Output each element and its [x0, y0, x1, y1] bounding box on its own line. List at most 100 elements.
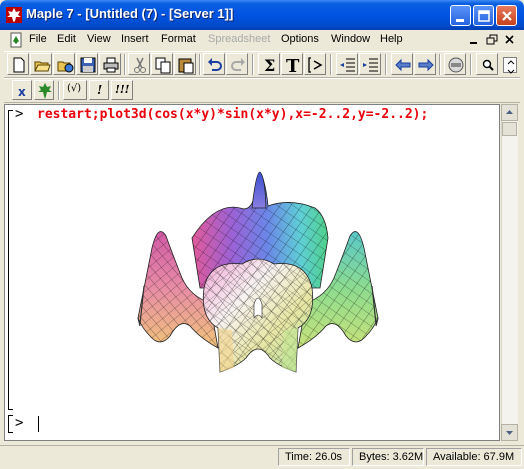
indent-button[interactable]: [359, 53, 381, 75]
toolbar-separator: [124, 54, 126, 75]
new-document-icon: [13, 57, 25, 73]
maple-input[interactable]: restart;plot3d(cos(x*y)*sin(x*y),x=-2..2…: [37, 106, 497, 124]
next-prompt: >: [15, 415, 24, 431]
outdent-icon: [340, 58, 355, 72]
menu-insert[interactable]: Insert: [121, 33, 149, 45]
paste-icon: [178, 58, 194, 74]
menu-view[interactable]: View: [87, 33, 111, 45]
redo-button[interactable]: [226, 53, 248, 75]
forward-arrow-icon: [418, 58, 434, 72]
menu-file[interactable]: File: [29, 33, 47, 45]
input-prompt: >: [15, 106, 24, 122]
menu-window[interactable]: Window: [331, 33, 370, 45]
open-url-button[interactable]: [53, 53, 75, 75]
open-icon: [34, 61, 51, 72]
check-label: (√): [67, 83, 82, 94]
forward-button[interactable]: [414, 53, 436, 75]
doc-minimize-button[interactable]: [466, 33, 482, 47]
toolbar-separator: [199, 54, 201, 75]
menu-format[interactable]: Format: [161, 33, 196, 45]
status-available: Available: 67.9M: [426, 448, 522, 466]
scroll-up-button[interactable]: [501, 104, 518, 121]
save-button[interactable]: [76, 53, 98, 75]
surface-plot: [137, 171, 379, 373]
copy-icon: [155, 57, 171, 74]
sigma-button[interactable]: Σ: [258, 53, 280, 75]
open-url-icon: [57, 61, 74, 73]
minimize-button[interactable]: [450, 5, 471, 26]
outdent-button[interactable]: [336, 53, 358, 75]
minimize-icon: [456, 19, 464, 22]
bang-label: !: [97, 83, 103, 97]
insert-prompt-button[interactable]: [304, 53, 326, 75]
menu-options[interactable]: Options: [281, 33, 319, 45]
new-document-button[interactable]: [7, 53, 29, 75]
maximize-button[interactable]: [473, 5, 494, 26]
zoom-icon: [482, 59, 494, 71]
sigma-glyph: Σ: [264, 56, 275, 75]
chevron-up-icon: [507, 60, 515, 74]
vertical-scrollbar[interactable]: [501, 104, 518, 441]
maple-input-button[interactable]: [34, 80, 54, 100]
restore-icon: [486, 34, 498, 45]
scroll-thumb[interactable]: [502, 122, 517, 136]
minimize-icon: [470, 42, 477, 44]
toolbar-scroll[interactable]: [503, 57, 517, 74]
toolbar-separator: [470, 54, 472, 75]
toolbar-separator: [439, 54, 441, 75]
toolbar-separator: [385, 54, 387, 75]
execute-all-button[interactable]: !!!: [111, 80, 133, 100]
plot3d-output[interactable]: [130, 168, 386, 374]
chevron-down-icon: [506, 431, 513, 435]
close-icon: [502, 11, 512, 21]
print-icon: [103, 57, 119, 73]
undo-icon: [208, 58, 222, 71]
doc-restore-button[interactable]: [484, 33, 500, 47]
undo-button[interactable]: [203, 53, 225, 75]
prompt-icon: [308, 57, 323, 73]
chevron-down-icon: [507, 69, 515, 74]
maple-leaf-icon: [38, 83, 52, 99]
x-icon: x: [18, 85, 26, 99]
exec-math-button[interactable]: x: [12, 80, 32, 100]
doc-close-button[interactable]: [502, 33, 518, 47]
text-icon: T: [286, 56, 300, 76]
toolbar-separator: [58, 81, 60, 100]
cut-button[interactable]: [128, 53, 150, 75]
status-time: Time: 26.0s: [278, 448, 350, 466]
maximize-icon: [478, 10, 490, 22]
sigma-icon: Σ: [264, 56, 275, 75]
toolbar-separator: [330, 54, 332, 75]
open-button[interactable]: [30, 53, 52, 75]
execute-button[interactable]: !: [89, 80, 109, 100]
toolbar-separator: [252, 54, 254, 75]
stop-icon: [448, 57, 464, 73]
menu-spreadsheet[interactable]: Spreadsheet: [208, 33, 270, 45]
window-title: Maple 7 - [Untitled (7) - [Server 1]]: [26, 6, 234, 21]
check-syntax-button[interactable]: (√): [63, 80, 87, 100]
text-cursor: [38, 416, 39, 432]
close-button[interactable]: [496, 5, 517, 26]
menu-help[interactable]: Help: [380, 33, 403, 45]
back-arrow-icon: [395, 58, 411, 72]
execution-group-bracket[interactable]: [8, 415, 13, 433]
indent-icon: [363, 58, 378, 72]
chevron-up-icon: [506, 110, 513, 114]
zoom-button[interactable]: [476, 53, 498, 75]
stop-button[interactable]: [444, 53, 466, 75]
document-icon[interactable]: [8, 32, 24, 48]
cut-icon: [134, 57, 146, 73]
status-bytes: Bytes: 3.62M: [352, 448, 424, 466]
back-button[interactable]: [391, 53, 413, 75]
paste-button[interactable]: [174, 53, 196, 75]
scroll-down-button[interactable]: [501, 424, 518, 441]
maple-leaf-icon[interactable]: [6, 7, 22, 23]
text-glyph: T: [286, 56, 300, 76]
text-button[interactable]: T: [281, 53, 303, 76]
copy-button[interactable]: [151, 53, 173, 75]
menu-edit[interactable]: Edit: [57, 33, 76, 45]
save-icon: [80, 57, 96, 73]
print-button[interactable]: [99, 53, 121, 75]
execution-group-bracket[interactable]: [8, 110, 13, 410]
x-label: x: [18, 85, 26, 99]
